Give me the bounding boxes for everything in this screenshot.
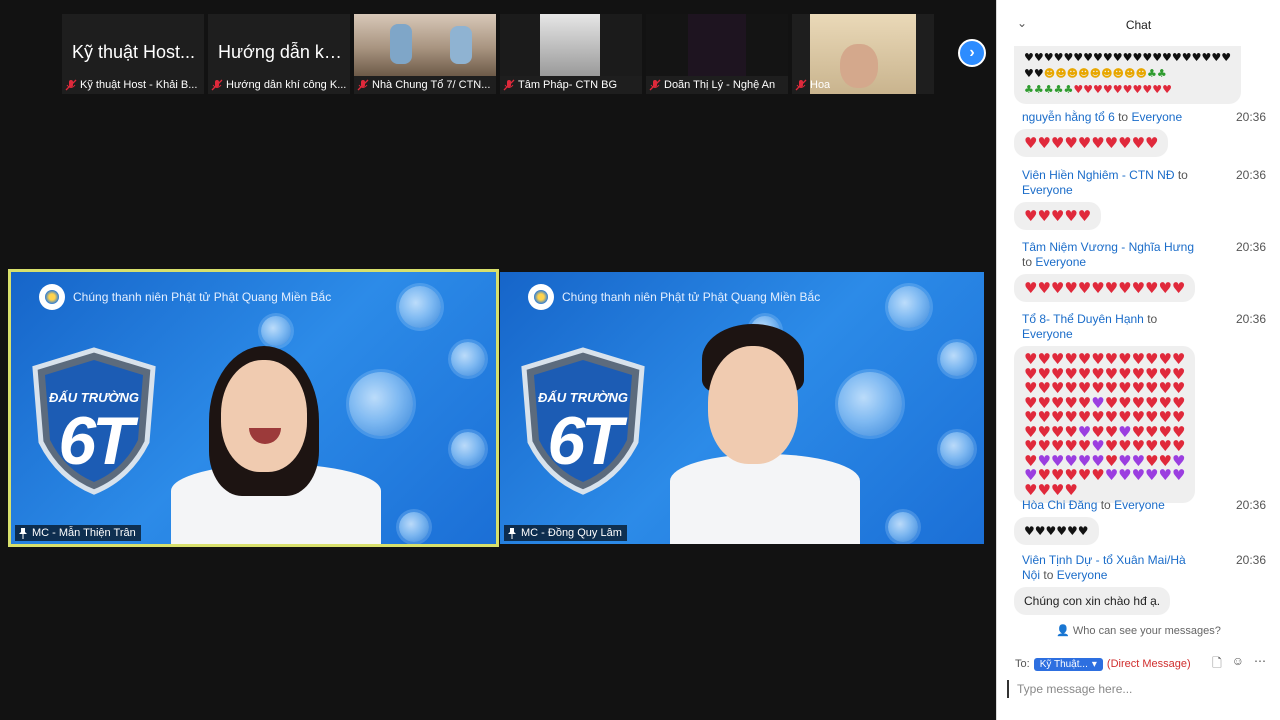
chat-title: Chat <box>1125 18 1152 32</box>
chat-message: nguyễn hằng tổ 6 to Everyone 20:36 ♥♥♥♥♥♥… <box>1014 110 1266 157</box>
sender-name[interactable]: Hòa Chi Đăng <box>1022 498 1097 512</box>
mic-muted-icon <box>211 79 223 91</box>
participant-video <box>500 14 642 76</box>
message-time: 20:36 <box>1235 553 1266 567</box>
participant-thumb[interactable]: Doãn Thị Lý - Nghệ An <box>646 14 788 94</box>
video-tile-active-speaker[interactable]: Chúng thanh niên Phật tử Phật Quang Miền… <box>8 269 499 547</box>
sender-name[interactable]: Tâm Niệm Vương - Nghĩa Hưng <box>1022 240 1194 254</box>
mic-muted-icon <box>65 79 77 91</box>
chat-message: Viên Tịnh Dự - tổ Xuân Mai/Hà Nội to Eve… <box>1014 553 1266 615</box>
participant-caption: Kỹ thuật Host - Khải B... <box>80 79 198 91</box>
sender-name[interactable]: Viên Hiền Nghiêm - CTN NĐ <box>1022 168 1175 182</box>
participant-thumb[interactable]: Hoa <box>792 14 934 94</box>
message-input[interactable]: Type message here... <box>1007 680 1270 698</box>
participant-caption: Doãn Thị Lý - Nghệ An <box>664 79 776 91</box>
chat-message: ♥♥♥♥♥♥♥♥♥♥♥♥♥♥♥♥♥♥♥♥♥ ♥♥☻☻☻☻☻☻☻☻☻♣♣ ♣♣♣♣… <box>1014 46 1266 104</box>
participant-video <box>354 14 496 76</box>
chat-bubble: ♥♥♥♥♥♥ <box>1014 517 1099 545</box>
participant-video <box>161 344 391 544</box>
participant-display-name: Hướng dẫn khí... <box>218 42 346 62</box>
mic-muted-icon <box>503 79 515 91</box>
pin-icon <box>508 527 516 539</box>
recipient-name: Everyone <box>1056 568 1108 582</box>
chat-message: Viên Hiền Nghiêm - CTN NĐ to Everyone 20:… <box>1014 168 1266 230</box>
participant-caption: Hoa <box>810 79 831 91</box>
recipient-name: Everyone <box>1035 255 1087 269</box>
message-time: 20:36 <box>1235 312 1266 326</box>
file-icon[interactable]: 🗋 <box>1212 654 1222 675</box>
participant-strip: Kỹ thuật Host... Kỹ thuật Host - Khải B.… <box>62 14 934 94</box>
recipient-name: Everyone <box>1114 498 1165 512</box>
caret-down-icon: ▾ <box>1091 658 1097 670</box>
privacy-link[interactable]: 👤 Who can see your messages? <box>997 624 1280 637</box>
virus-graphic <box>888 512 918 542</box>
chat-bubble: ♥♥♥♥♥ <box>1014 202 1102 230</box>
participant-thumb[interactable]: Kỹ thuật Host... Kỹ thuật Host - Khải B.… <box>62 14 204 94</box>
pin-icon <box>19 527 27 539</box>
recipient-name: Everyone <box>1022 327 1073 341</box>
recipient-name: Everyone <box>1022 183 1073 197</box>
message-time: 20:36 <box>1235 498 1266 512</box>
meeting-area: Kỹ thuật Host... Kỹ thuật Host - Khải B.… <box>0 0 996 720</box>
recipient-name: Everyone <box>1131 110 1183 124</box>
message-time: 20:36 <box>1235 168 1266 182</box>
mic-muted-icon <box>649 79 661 91</box>
direct-message-label: (Direct Message) <box>1106 658 1191 670</box>
participant-nameplate: MC - Mẫn Thiện Trân <box>15 525 141 541</box>
shield-logo: ĐẤU TRƯỜNG 6T <box>518 346 648 496</box>
participant-thumb[interactable]: Nhà Chung Tổ 7/ CTN... <box>354 14 496 94</box>
sender-name[interactable]: nguyễn hằng tổ 6 <box>1022 110 1115 124</box>
message-placeholder: Type message here... <box>1017 682 1133 696</box>
logo-icon <box>528 284 554 310</box>
virus-graphic <box>451 432 485 466</box>
sender-name[interactable]: Tổ 8- Thể Duyên Hạnh <box>1022 312 1144 326</box>
chat-bubble: ♥♥♥♥♥♥♥♥♥♥♥♥ ♥♥♥♥♥♥♥♥♥♥♥♥ ♥♥♥♥♥♥♥♥♥♥♥♥ ♥… <box>1014 346 1196 503</box>
virus-graphic <box>261 316 291 346</box>
chat-bubble: Chúng con xin chào hđ ạ. <box>1014 587 1171 615</box>
participant-thumb[interactable]: Tâm Pháp- CTN BG <box>500 14 642 94</box>
participant-video <box>650 324 880 544</box>
user-privacy-icon: 👤 <box>1056 625 1070 637</box>
shield-logo: ĐẤU TRƯỜNG 6T <box>29 346 159 496</box>
chat-panel: ⌄ Chat ♥♥♥♥♥♥♥♥♥♥♥♥♥♥♥♥♥♥♥♥♥ ♥♥☻☻☻☻☻☻☻☻☻… <box>996 0 1280 720</box>
banner-text: Chúng thanh niên Phật tử Phật Quang Miền… <box>562 290 821 304</box>
banner-text: Chúng thanh niên Phật tử Phật Quang Miền… <box>73 290 332 304</box>
participant-caption: Nhà Chung Tổ 7/ CTN... <box>372 79 491 91</box>
virus-graphic <box>451 342 485 376</box>
virus-graphic <box>940 342 974 376</box>
virus-graphic <box>888 286 930 328</box>
logo-icon <box>39 284 65 310</box>
participant-caption: Hướng dẫn khí công K... <box>226 79 347 91</box>
chat-message: Hòa Chi Đăng to Everyone 20:36 ♥♥♥♥♥♥ <box>1014 498 1266 545</box>
mic-muted-icon <box>795 79 807 91</box>
video-tile[interactable]: Chúng thanh niên Phật tử Phật Quang Miền… <box>500 272 984 544</box>
participant-display-name: Kỹ thuật Host... <box>72 42 196 62</box>
chat-bubble: ♥♥♥♥♥♥♥♥♥♥♥♥ <box>1014 274 1196 302</box>
chat-bubble: ♥♥♥♥♥♥♥♥♥♥ <box>1014 129 1169 157</box>
chat-message: Tổ 8- Thể Duyên Hạnh to Everyone 20:36 ♥♥… <box>1014 312 1266 503</box>
message-time: 20:36 <box>1235 240 1266 254</box>
participant-caption: Tâm Pháp- CTN BG <box>518 79 618 91</box>
to-label: To: <box>1015 658 1030 670</box>
next-page-button[interactable]: › <box>958 39 986 67</box>
chat-messages[interactable]: ♥♥♥♥♥♥♥♥♥♥♥♥♥♥♥♥♥♥♥♥♥ ♥♥☻☻☻☻☻☻☻☻☻♣♣ ♣♣♣♣… <box>997 46 1280 616</box>
recipient-selector[interactable]: Kỹ Thuật... ▾ <box>1033 657 1103 671</box>
virus-graphic <box>940 432 974 466</box>
participant-thumb[interactable]: Hướng dẫn khí... Hướng dẫn khí công K... <box>208 14 350 94</box>
participant-video <box>646 14 788 76</box>
virus-graphic <box>399 512 429 542</box>
chat-message: Tâm Niệm Vương - Nghĩa Hưng to Everyone 2… <box>1014 240 1266 302</box>
message-time: 20:36 <box>1235 110 1266 124</box>
mic-muted-icon <box>357 79 369 91</box>
emoji-icon[interactable]: ☺ <box>1232 654 1244 675</box>
more-icon[interactable]: ⋯ <box>1254 654 1266 675</box>
participant-nameplate: MC - Đồng Quy Lâm <box>504 525 627 541</box>
chat-bubble: ♥♥♥♥♥♥♥♥♥♥♥♥♥♥♥♥♥♥♥♥♥ ♥♥☻☻☻☻☻☻☻☻☻♣♣ ♣♣♣♣… <box>1014 46 1242 104</box>
virus-graphic <box>399 286 441 328</box>
chevron-right-icon: › <box>969 44 975 61</box>
